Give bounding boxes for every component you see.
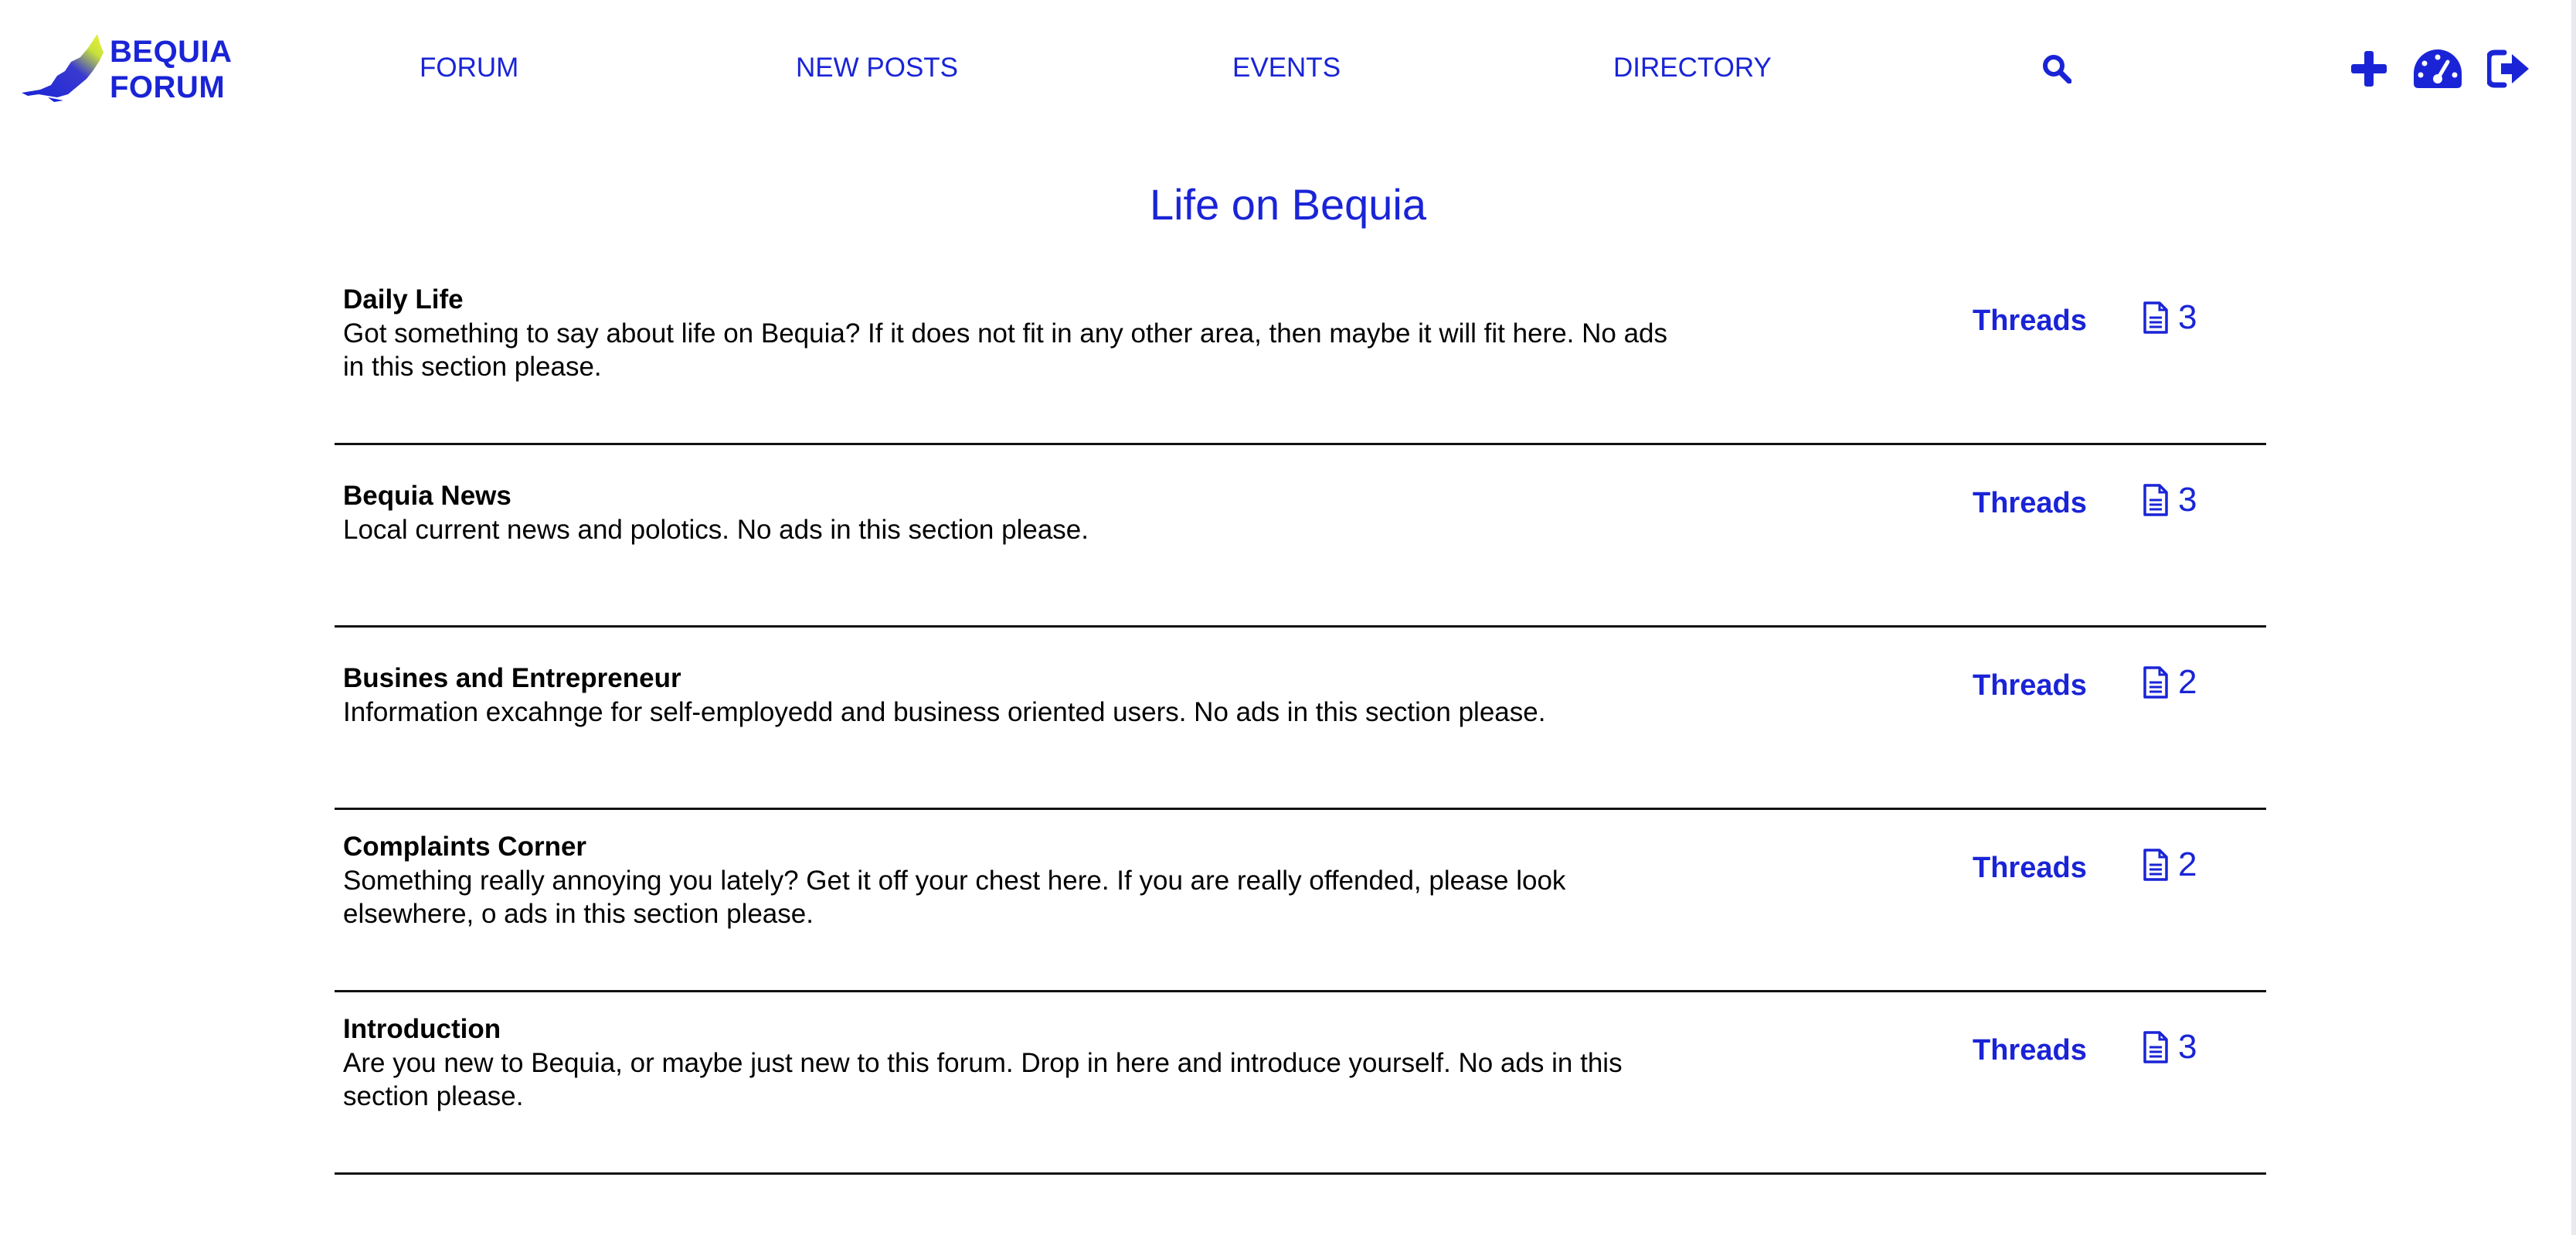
document-icon: [2143, 849, 2168, 881]
threads-link[interactable]: Threads: [1973, 487, 2087, 520]
forum-row-text: Busines and Entrepreneur Information exc…: [343, 662, 1672, 729]
brand-line2: FORUM: [110, 70, 226, 104]
brand-line1: BEQUIA: [110, 35, 233, 69]
forum-row-text: Complaints Corner Something really annoy…: [343, 830, 1672, 931]
document-icon: [2143, 301, 2168, 334]
nav-events-link[interactable]: EVENTS: [1232, 53, 1341, 83]
thread-count-value: 3: [2178, 298, 2197, 336]
document-icon: [2143, 1031, 2168, 1063]
page-title: Life on Bequia: [1149, 180, 1427, 229]
thread-count: 3: [2143, 1028, 2197, 1067]
forum-description: Are you new to Bequia, or maybe just new…: [343, 1048, 1623, 1111]
forum-list: Daily Life Got something to say about li…: [335, 263, 2266, 1175]
brand-name: BEQUIA FORUM: [110, 34, 233, 105]
thread-count-value: 3: [2178, 481, 2197, 519]
threads-link[interactable]: Threads: [1973, 669, 2087, 703]
thread-count: 2: [2143, 845, 2197, 884]
top-nav-bar: BEQUIA FORUM FORUM NEW POSTS EVENTS DIRE…: [0, 0, 2576, 139]
thread-count-value: 2: [2178, 663, 2197, 701]
nav-directory-link[interactable]: DIRECTORY: [1613, 53, 1772, 83]
forum-row-text: Bequia News Local current news and polot…: [343, 479, 1672, 546]
page: BEQUIA FORUM FORUM NEW POSTS EVENTS DIRE…: [0, 0, 2576, 1235]
forum-row: Introduction Are you new to Bequia, or m…: [335, 992, 2266, 1175]
forum-description: Got something to say about life on Bequi…: [343, 318, 1668, 382]
thread-count: 3: [2143, 298, 2197, 337]
forum-row-text: Introduction Are you new to Bequia, or m…: [343, 1012, 1672, 1113]
forum-row: Daily Life Got something to say about li…: [335, 263, 2266, 445]
threads-link[interactable]: Threads: [1973, 304, 2087, 338]
threads-link[interactable]: Threads: [1973, 1034, 2087, 1067]
thread-count-value: 2: [2178, 845, 2197, 883]
forum-title-link[interactable]: Busines and Entrepreneur: [343, 662, 1672, 696]
forum-description: Local current news and polotics. No ads …: [343, 515, 1089, 545]
site-logo[interactable]: BEQUIA FORUM: [17, 31, 249, 108]
search-icon[interactable]: [2042, 54, 2071, 83]
forum-title-link[interactable]: Bequia News: [343, 479, 1672, 513]
forum-row: Bequia News Local current news and polot…: [335, 445, 2266, 628]
threads-link[interactable]: Threads: [1973, 852, 2087, 885]
forum-title-link[interactable]: Introduction: [343, 1012, 1672, 1046]
forum-description: Information excahnge for self-employedd …: [343, 697, 1546, 727]
thread-count-value: 3: [2178, 1028, 2197, 1066]
dashboard-icon[interactable]: [2412, 48, 2463, 90]
forum-title-link[interactable]: Daily Life: [343, 283, 1672, 317]
thread-count: 2: [2143, 663, 2197, 702]
forum-description: Something really annoying you lately? Ge…: [343, 866, 1566, 929]
nav-new-posts-link[interactable]: NEW POSTS: [796, 53, 958, 83]
forum-row: Busines and Entrepreneur Information exc…: [335, 628, 2266, 810]
document-icon: [2143, 666, 2168, 699]
nav-forum-link[interactable]: FORUM: [420, 53, 518, 83]
thread-count: 3: [2143, 481, 2197, 519]
logout-icon[interactable]: [2487, 49, 2530, 88]
forum-title-link[interactable]: Complaints Corner: [343, 830, 1672, 864]
document-icon: [2143, 484, 2168, 516]
bequia-island-logo-icon: [22, 34, 104, 102]
forum-row-text: Daily Life Got something to say about li…: [343, 283, 1672, 383]
plus-icon[interactable]: [2350, 49, 2388, 88]
forum-row: Complaints Corner Something really annoy…: [335, 810, 2266, 992]
